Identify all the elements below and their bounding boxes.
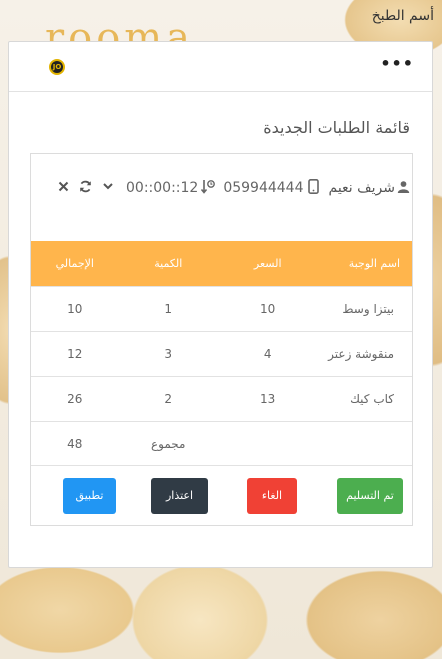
orders-panel: ••• JO قائمة الطلبات الجديدة شريف نعيم 0… — [8, 41, 433, 568]
section-title: قائمة الطلبات الجديدة — [263, 118, 410, 137]
table-row: كاب كيك 13 2 26 — [31, 376, 412, 421]
more-horizontal-icon[interactable]: ••• — [380, 56, 414, 72]
header-quantity: الكمية — [154, 257, 183, 270]
header-price: السعر — [253, 257, 282, 270]
table-header-row: اسم الوجبة السعر الكمية الإجمالي — [31, 241, 412, 286]
order-buttons: تم التسليم الغاء اعتذار تطبيق — [31, 478, 412, 514]
table-summary-row: مجموع 48 — [31, 421, 412, 466]
order-meta: شريف نعيم 059944444 00::00::12 — [31, 178, 412, 198]
apology-button[interactable]: اعتذار — [151, 478, 208, 514]
order-actions — [58, 180, 114, 197]
cell-total: 26 — [67, 392, 83, 406]
order-timer: 00::00::12 — [126, 180, 199, 196]
cell-price: 4 — [263, 347, 272, 361]
app-logo: JO — [49, 59, 65, 75]
cancel-button[interactable]: الغاء — [247, 478, 297, 514]
header-total: الإجمالي — [55, 257, 94, 270]
cell-meal-name: بيتزا وسط — [342, 302, 394, 316]
cell-total: 12 — [67, 347, 83, 361]
close-icon[interactable] — [58, 180, 69, 196]
cell-price: 13 — [260, 392, 276, 406]
chef-title: أسم الطبخ — [371, 8, 434, 24]
user-icon — [397, 180, 410, 197]
apply-button[interactable]: تطبيق — [63, 478, 116, 514]
cell-quantity: 1 — [164, 302, 173, 316]
header-meal-name: اسم الوجبة — [348, 257, 400, 270]
customer-name: شريف نعيم — [328, 180, 396, 196]
summary-value: 48 — [67, 436, 83, 451]
order-items-table: اسم الوجبة السعر الكمية الإجمالي بيتزا و… — [31, 241, 412, 466]
chevron-down-icon[interactable] — [102, 180, 114, 196]
order-card: شريف نعيم 059944444 00::00::12 اسم الوجب… — [30, 153, 413, 526]
customer-phone: 059944444 — [223, 180, 304, 196]
panel-header: ••• JO — [9, 42, 432, 92]
table-row: منقوشة زعتر 4 3 12 — [31, 331, 412, 376]
refresh-icon[interactable] — [79, 180, 92, 197]
cell-meal-name: منقوشة زعتر — [328, 347, 394, 361]
cell-quantity: 2 — [164, 392, 173, 406]
mobile-phone-icon — [307, 178, 319, 198]
cell-quantity: 3 — [164, 347, 173, 361]
summary-label: مجموع — [151, 436, 186, 451]
cell-price: 10 — [260, 302, 276, 316]
cell-meal-name: كاب كيك — [350, 392, 394, 406]
sort-time-icon — [201, 179, 216, 198]
deliver-button[interactable]: تم التسليم — [337, 478, 403, 514]
cell-total: 10 — [67, 302, 83, 316]
table-row: بيتزا وسط 10 1 10 — [31, 286, 412, 331]
